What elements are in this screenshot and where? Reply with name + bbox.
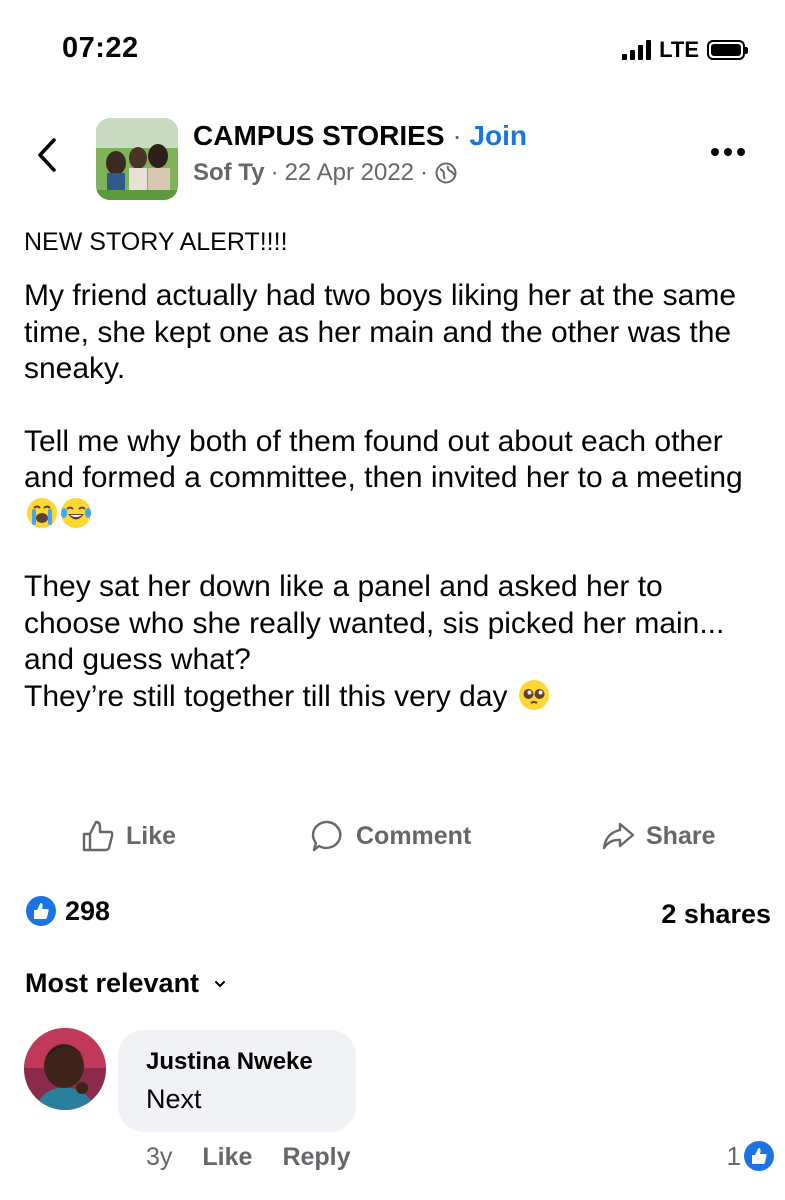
crying-face-emoji-icon	[27, 497, 57, 528]
commenter-name[interactable]: Justina Nweke	[146, 1048, 328, 1076]
comment-text: Next	[146, 1084, 202, 1114]
group-title: CAMPUS STORIES · Join	[193, 120, 527, 152]
comment-sort-dropdown[interactable]: Most relevant	[25, 968, 229, 999]
more-options-icon[interactable]	[711, 148, 745, 156]
comment-label: Comment	[356, 821, 472, 850]
signal-icon	[622, 40, 652, 60]
comment-bubble-icon	[311, 820, 342, 852]
share-label: Share	[646, 821, 716, 850]
status-time: 07:22	[62, 32, 139, 64]
group-avatar[interactable]	[96, 118, 178, 200]
comment-button[interactable]: Comment	[310, 818, 471, 854]
tears-of-joy-emoji-icon	[61, 497, 91, 528]
status-icons: LTE	[622, 37, 748, 63]
thumbs-up-icon	[82, 820, 114, 852]
comment-actions: 3y Like Reply	[146, 1143, 351, 1172]
post-actions: Like Comment Share	[0, 808, 785, 864]
network-label: LTE	[659, 37, 699, 62]
back-arrow-icon[interactable]	[28, 130, 68, 180]
like-reaction-icon	[26, 896, 56, 926]
post-stats: 298 2 shares	[0, 895, 785, 941]
sort-label: Most relevant	[25, 968, 200, 998]
comment-like-button[interactable]: Like	[202, 1143, 252, 1172]
share-arrow-icon	[602, 822, 635, 850]
post-alert: NEW STORY ALERT!!!!	[24, 228, 288, 256]
commenter-avatar[interactable]	[24, 1028, 106, 1110]
meta-separator: ·	[420, 159, 429, 186]
pleading-face-emoji-icon	[518, 679, 549, 710]
post-meta: Sof Ty · 22 Apr 2022 ·	[193, 159, 458, 187]
comment-reply-button[interactable]: Reply	[282, 1143, 350, 1172]
battery-icon	[707, 40, 748, 60]
post-paragraph: Tell me why both of them found out about…	[24, 424, 764, 534]
share-button[interactable]: Share	[600, 818, 715, 854]
group-name[interactable]: CAMPUS STORIES	[193, 120, 445, 151]
globe-icon	[435, 162, 457, 184]
comment-like-count: 1	[726, 1140, 741, 1171]
title-separator: ·	[452, 120, 462, 151]
post-date[interactable]: 22 Apr 2022	[285, 159, 414, 187]
meta-separator: ·	[270, 159, 279, 186]
like-reaction-icon	[744, 1141, 774, 1171]
comment-bubble: Justina Nweke Next	[118, 1030, 356, 1132]
post-paragraph: They sat her down like a panel and asked…	[24, 570, 725, 676]
chevron-down-icon	[215, 980, 226, 987]
share-count[interactable]: 2 shares	[661, 899, 771, 930]
post-paragraph: My friend actually had two boys liking h…	[24, 279, 737, 385]
post-body: My friend actually had two boys liking h…	[24, 278, 764, 715]
comment-item: Justina Nweke Next 3y Like Reply 1	[0, 1028, 785, 1200]
like-count: 298	[65, 895, 111, 926]
post-paragraph: They’re still together till this very da…	[24, 679, 764, 716]
comment-reaction-count[interactable]: 1	[727, 1140, 775, 1172]
like-button[interactable]: Like	[80, 818, 176, 854]
join-button[interactable]: Join	[469, 120, 527, 151]
comment-age: 3y	[146, 1143, 173, 1171]
post-header: CAMPUS STORIES · Join Sof Ty · 22 Apr 20…	[0, 110, 785, 200]
like-label: Like	[126, 821, 177, 850]
status-bar: 07:22 LTE	[0, 0, 785, 100]
reaction-summary[interactable]: 298	[25, 895, 110, 927]
post-author[interactable]: Sof Ty	[193, 159, 265, 187]
